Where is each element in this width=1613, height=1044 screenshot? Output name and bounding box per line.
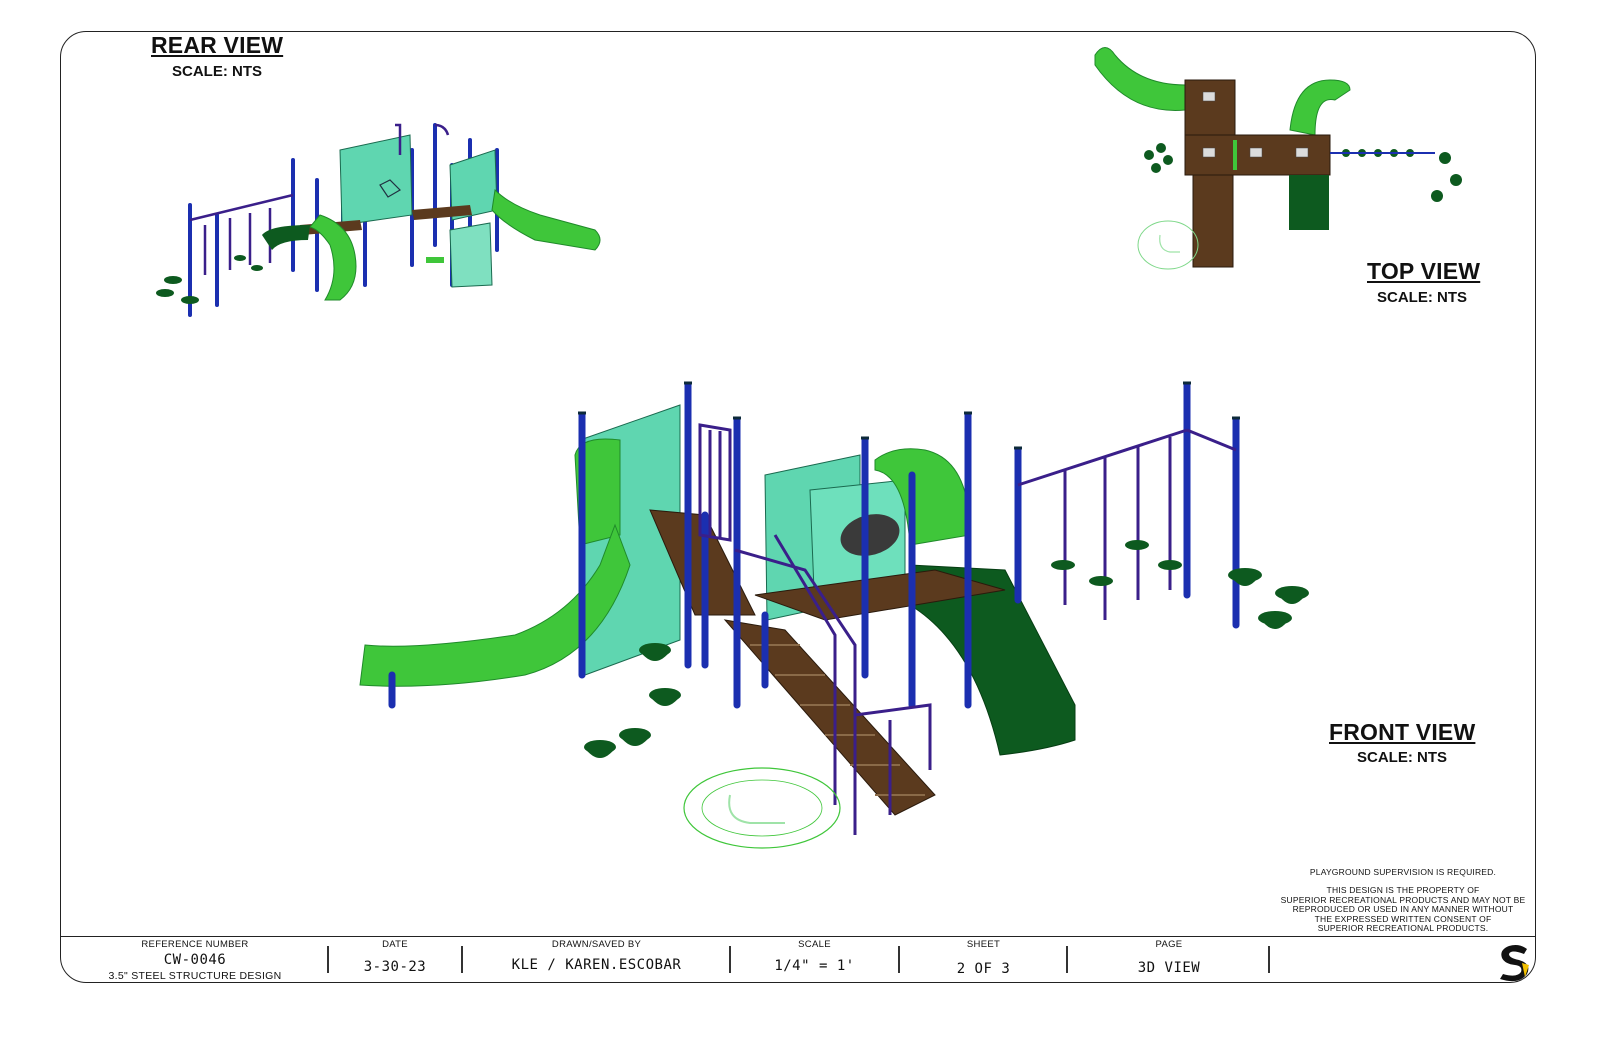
drawn-cell: DRAWN/SAVED BY KLE / KAREN.ESCOBAR xyxy=(464,937,729,984)
top-view-scale: SCALE: NTS xyxy=(1377,289,1467,306)
reference-description: 3.5" STEEL STRUCTURE DESIGN xyxy=(108,970,282,982)
sheet-cell: SHEET 2 OF 3 xyxy=(901,937,1066,984)
page-value: 3D VIEW xyxy=(1137,960,1201,976)
sheet-value: 2 OF 3 xyxy=(956,961,1011,977)
title-block: REFERENCE NUMBER CW-0046 3.5" STEEL STRU… xyxy=(60,936,1536,983)
reference-cell: REFERENCE NUMBER CW-0046 3.5" STEEL STRU… xyxy=(80,937,310,984)
title-block-divider xyxy=(898,946,900,973)
front-view-title: FRONT VIEW xyxy=(1329,719,1476,745)
superior-s-logo-icon xyxy=(1500,945,1529,982)
drawn-value: KLE / KAREN.ESCOBAR xyxy=(511,957,682,973)
front-view-drawing xyxy=(359,381,1309,849)
page-label: PAGE xyxy=(1155,939,1183,950)
scale-cell: SCALE 1/4" = 1' xyxy=(732,937,897,984)
drawn-label: DRAWN/SAVED BY xyxy=(551,939,642,950)
sheet-label: SHEET xyxy=(966,939,1001,950)
property-line: SUPERIOR RECREATIONAL PRODUCTS. xyxy=(1317,923,1489,934)
title-block-divider xyxy=(1066,946,1068,973)
reference-label: REFERENCE NUMBER xyxy=(141,939,249,950)
rear-view-scale: SCALE: NTS xyxy=(172,63,262,80)
property-notice: THIS DESIGN IS THE PROPERTY OF SUPERIOR … xyxy=(1278,885,1528,934)
date-value: 3-30-23 xyxy=(363,959,427,975)
title-block-divider xyxy=(327,946,329,973)
scale-label: SCALE xyxy=(798,939,831,950)
top-view-drawing xyxy=(1094,47,1462,270)
reference-number: CW-0046 xyxy=(163,952,227,968)
date-label: DATE xyxy=(382,939,408,950)
date-cell: DATE 3-30-23 xyxy=(330,937,460,984)
rear-view-drawing xyxy=(156,123,601,317)
title-block-divider xyxy=(729,946,731,973)
rear-view-title: REAR VIEW xyxy=(151,32,284,58)
front-view-scale: SCALE: NTS xyxy=(1357,749,1447,766)
scale-value: 1/4" = 1' xyxy=(774,958,855,974)
title-block-divider xyxy=(461,946,463,973)
page-cell: PAGE 3D VIEW xyxy=(1069,937,1269,984)
title-block-divider xyxy=(1268,946,1270,973)
supervision-note: PLAYGROUND SUPERVISION IS REQUIRED. xyxy=(1309,867,1497,877)
